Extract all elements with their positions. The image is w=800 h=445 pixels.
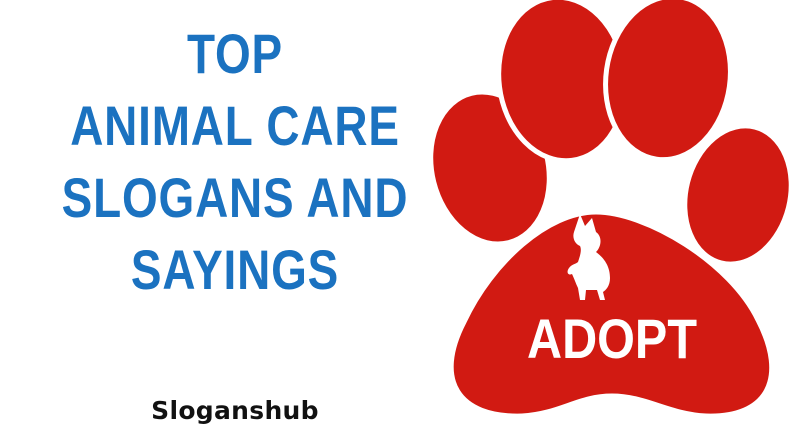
headline-line-3: SLOGANS AND	[61, 166, 409, 229]
brand-name: Sloganshub	[151, 396, 319, 425]
headline-line-4: SAYINGS	[130, 238, 340, 301]
headline-line-1: TOP	[186, 22, 284, 85]
slogan-banner: TOP ANIMAL CARE SLOGANS AND SAYINGS Slog…	[0, 0, 800, 445]
headline-line-2: ANIMAL CARE	[70, 94, 400, 157]
adopt-label: ADOPT	[527, 307, 697, 370]
headline: TOP ANIMAL CARE SLOGANS AND SAYINGS	[0, 18, 470, 306]
paw-print-icon: ADOPT	[420, 0, 800, 445]
